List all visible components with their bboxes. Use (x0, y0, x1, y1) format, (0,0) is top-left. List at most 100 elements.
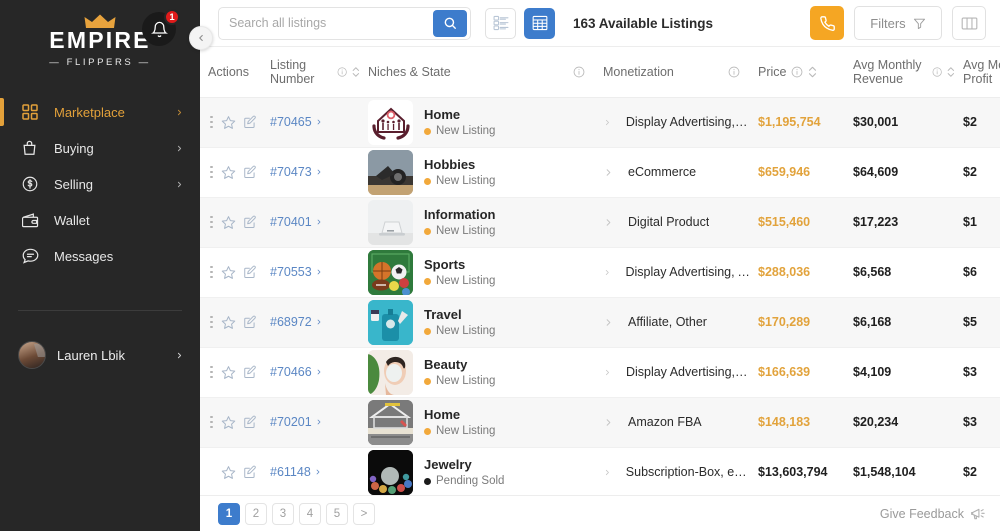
profit-value: $6 (963, 265, 977, 279)
edit-square-icon[interactable] (243, 415, 257, 429)
kebab-menu-icon[interactable] (210, 216, 214, 229)
edit-square-icon[interactable] (243, 265, 257, 279)
listing-number-value: #61148 (270, 465, 311, 479)
table-row[interactable]: #61148 (200, 447, 1000, 495)
column-header-monetization[interactable]: Monetization (595, 47, 750, 97)
row-listing-number[interactable]: #70553 (262, 247, 360, 297)
page-button-2[interactable]: 2 (245, 503, 267, 525)
search-box[interactable] (218, 7, 471, 40)
expand-row-icon[interactable] (603, 117, 612, 128)
table-row[interactable]: #70465 (200, 97, 1000, 147)
sidebar-item-messages[interactable]: Messages (0, 238, 200, 274)
star-outline-icon[interactable] (221, 165, 236, 180)
star-outline-icon[interactable] (221, 265, 236, 280)
row-listing-number[interactable]: #70473 (262, 147, 360, 197)
edit-square-icon[interactable] (243, 215, 257, 229)
search-button[interactable] (433, 10, 467, 37)
expand-row-icon[interactable] (603, 167, 614, 178)
brand-logo[interactable]: EMPIRE — FLIPPERS — 1 (0, 0, 200, 68)
star-outline-icon[interactable] (221, 465, 236, 480)
row-listing-number[interactable]: #70401 (262, 197, 360, 247)
next-page-button[interactable]: > (353, 503, 375, 525)
table-row[interactable]: #70401 (200, 197, 1000, 247)
listings-table: Actions Listing Number Niches & Sta (200, 47, 1000, 495)
sort-icon[interactable] (947, 66, 955, 78)
star-outline-icon[interactable] (221, 115, 236, 130)
column-header-actions[interactable]: Actions (200, 47, 262, 97)
row-listing-number[interactable]: #70466 (262, 347, 360, 397)
table-view-button[interactable] (524, 8, 555, 39)
page-button-3[interactable]: 3 (272, 503, 294, 525)
expand-row-icon[interactable] (603, 267, 612, 278)
info-icon[interactable] (573, 66, 585, 78)
notifications-button[interactable]: 1 (142, 12, 176, 46)
edit-square-icon[interactable] (243, 365, 257, 379)
sort-icon[interactable] (808, 66, 817, 78)
info-icon[interactable] (932, 66, 942, 78)
info-icon[interactable] (791, 66, 803, 78)
page-button-5[interactable]: 5 (326, 503, 348, 525)
edit-square-icon[interactable] (243, 165, 257, 179)
edit-square-icon[interactable] (243, 465, 257, 479)
search-input[interactable] (219, 8, 433, 39)
kebab-menu-icon[interactable] (210, 116, 214, 129)
wallet-icon (22, 213, 44, 228)
edit-square-icon[interactable] (243, 115, 257, 129)
expand-row-icon[interactable] (603, 417, 614, 428)
expand-row-icon[interactable] (603, 317, 614, 328)
kebab-menu-icon[interactable] (210, 416, 214, 429)
niche-name: Travel (424, 307, 462, 322)
star-outline-icon[interactable] (221, 215, 236, 230)
table-row[interactable]: #70466 (200, 347, 1000, 397)
revenue-value: $20,234 (853, 415, 898, 429)
column-header-niches-state[interactable]: Niches & State (360, 47, 595, 97)
row-listing-number[interactable]: #68972 (262, 297, 360, 347)
column-header-avg-monthly-profit[interactable]: Avg Monthly Profit (955, 47, 1000, 97)
chevron-right-icon (315, 118, 323, 126)
row-niche: Sports New Listing (360, 247, 595, 297)
filters-button[interactable]: Filters (854, 6, 942, 40)
kebab-menu-icon[interactable] (210, 316, 214, 329)
expand-row-icon[interactable] (603, 467, 612, 478)
column-header-listing-number[interactable]: Listing Number (262, 47, 360, 97)
page-button-1[interactable]: 1 (218, 503, 240, 525)
revenue-value: $6,168 (853, 315, 891, 329)
table-row[interactable]: #68972 (200, 297, 1000, 347)
star-outline-icon[interactable] (221, 315, 236, 330)
column-header-price[interactable]: Price (750, 47, 845, 97)
sidebar-collapse-button[interactable] (189, 26, 213, 50)
row-listing-number[interactable]: #70201 (262, 397, 360, 447)
sidebar-item-label: Messages (54, 249, 184, 264)
table-row[interactable]: #70473 (200, 147, 1000, 197)
sidebar-item-marketplace[interactable]: Marketplace (0, 94, 200, 130)
kebab-menu-icon[interactable] (210, 366, 214, 379)
info-icon[interactable] (728, 66, 740, 78)
expand-row-icon[interactable] (603, 367, 612, 378)
sidebar-item-wallet[interactable]: Wallet (0, 202, 200, 238)
page-button-4[interactable]: 4 (299, 503, 321, 525)
contact-broker-button[interactable] (810, 6, 844, 40)
sidebar-profile[interactable]: Lauren Lbik (0, 335, 200, 375)
star-outline-icon[interactable] (221, 365, 236, 380)
table-row[interactable]: #70553 (200, 247, 1000, 297)
list-view-button[interactable] (485, 8, 516, 39)
info-icon[interactable] (337, 66, 347, 78)
give-feedback-button[interactable]: Give Feedback (880, 507, 986, 521)
expand-row-icon[interactable] (603, 217, 614, 228)
row-listing-number[interactable]: #70465 (262, 97, 360, 147)
column-header-avg-monthly-revenue[interactable]: Avg Monthly Revenue (845, 47, 955, 97)
columns-button[interactable] (952, 6, 986, 40)
kebab-menu-icon[interactable] (210, 266, 214, 279)
table-row[interactable]: #70201 (200, 397, 1000, 447)
listings-table-area[interactable]: Actions Listing Number Niches & Sta (200, 47, 1000, 495)
sidebar-item-selling[interactable]: Selling (0, 166, 200, 202)
listing-thumbnail (368, 350, 413, 395)
star-outline-icon[interactable] (221, 415, 236, 430)
sort-icon[interactable] (352, 66, 360, 78)
edit-square-icon[interactable] (243, 315, 257, 329)
sidebar-item-buying[interactable]: Buying (0, 130, 200, 166)
kebab-menu-icon[interactable] (210, 166, 214, 179)
row-listing-number[interactable]: #61148 (262, 447, 360, 495)
monetization-value: Affiliate, Other (628, 315, 707, 329)
listing-state: New Listing (436, 375, 495, 387)
